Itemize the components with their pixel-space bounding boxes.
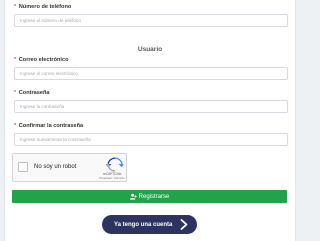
phone-input[interactable] [14,14,288,27]
user-plus-icon [129,193,137,200]
email-label-text: Correo electrónico [18,57,69,63]
required-mark: * [14,57,17,63]
registration-form: * Número de teléfono Usuario * Correo el… [4,0,296,241]
phone-label: * Número de teléfono [14,4,71,10]
chevron-right-icon [180,219,188,230]
phone-label-text: Número de teléfono [18,4,72,10]
email-input[interactable] [14,67,288,80]
recaptcha-terms[interactable]: Privacidad - Términos [93,177,131,180]
have-account-button-label: Ya tengo una cuenta [114,221,173,228]
confirm-password-label-text: Confirmar la contraseña [18,123,84,129]
password-label: * Contraseña [14,90,50,96]
recaptcha-brand: reCAPTCHA [102,172,122,176]
recaptcha-checkbox[interactable] [18,162,28,172]
have-account-button[interactable]: Ya tengo una cuenta [102,215,197,234]
recaptcha-label: No soy un robot [34,164,77,170]
required-mark: * [14,4,17,10]
recaptcha-widget: No soy un robot reCAPTCHA Privacidad - T… [12,153,127,182]
required-mark: * [14,90,17,96]
email-label: * Correo electrónico [14,57,69,63]
register-button[interactable]: Registrarse [12,190,287,203]
password-label-text: Contraseña [18,90,50,96]
password-input[interactable] [14,100,288,113]
required-mark: * [14,123,17,129]
confirm-password-input[interactable] [14,133,288,146]
register-button-label: Registrarse [138,193,170,200]
confirm-password-label: * Confirmar la contraseña [14,123,83,129]
section-title-usuario: Usuario [137,46,163,53]
recaptcha-logo-icon [106,157,124,172]
